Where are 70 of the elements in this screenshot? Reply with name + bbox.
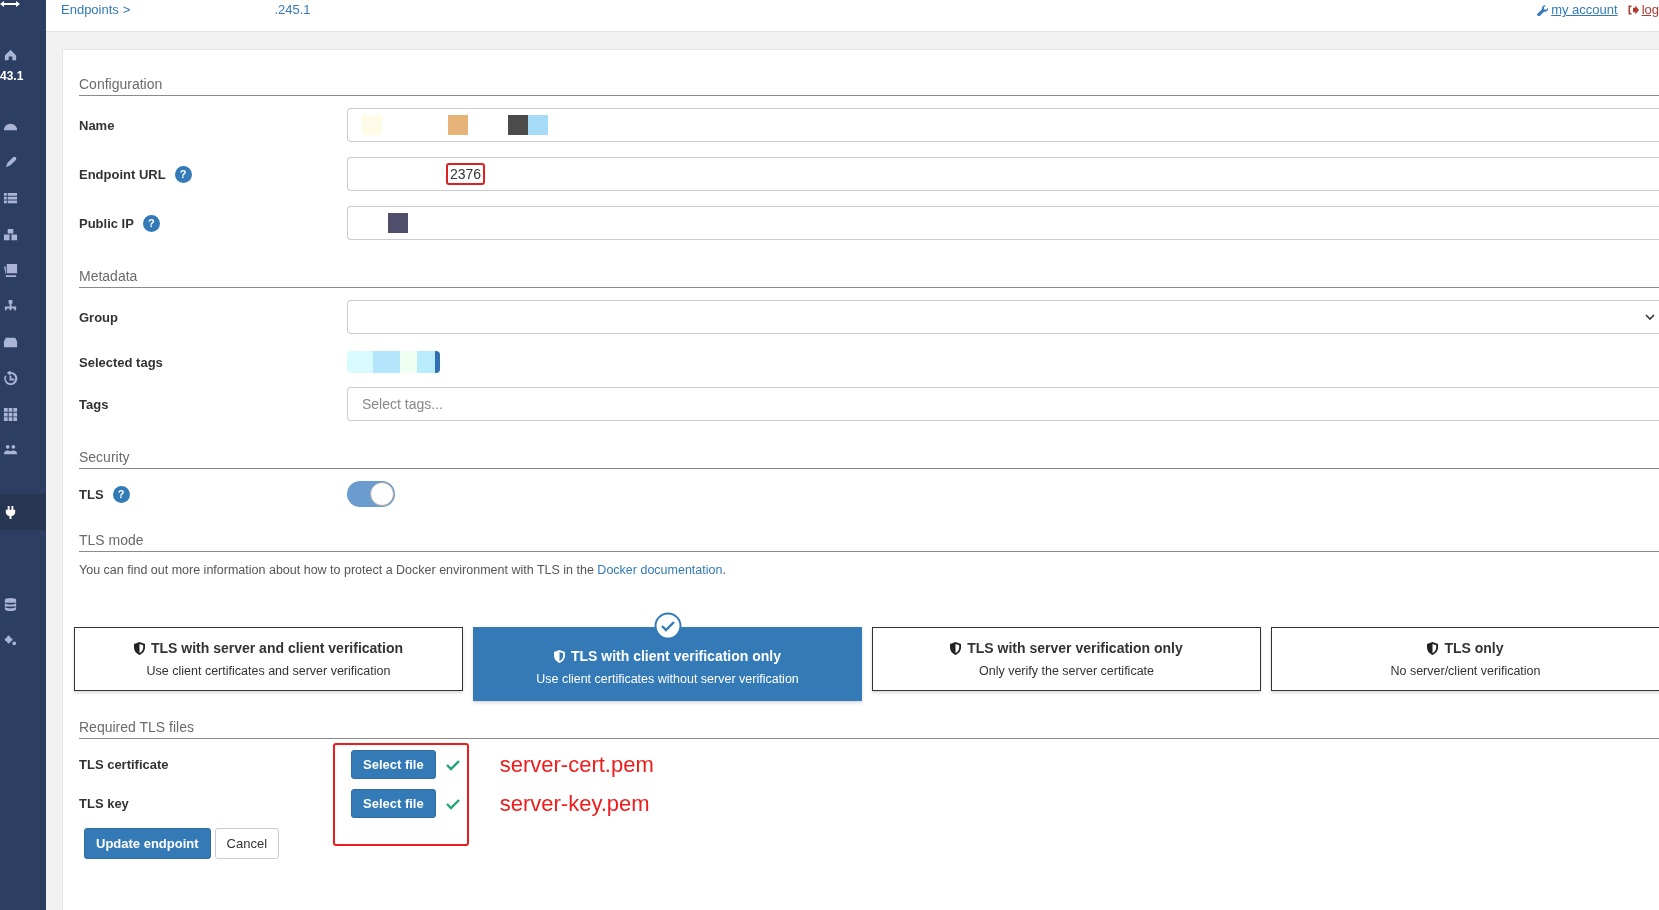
public-ip-input[interactable] bbox=[347, 206, 1659, 240]
select-file-button[interactable]: Select file bbox=[351, 789, 436, 818]
mode-title: TLS only bbox=[1444, 640, 1504, 656]
name-input[interactable] bbox=[347, 108, 1659, 142]
tls-mode-option[interactable]: TLS with server verification only Only verify the server certificate bbox=[872, 627, 1261, 691]
info-text: You can find out more information about how to protect a Docker environment with TLS in the Docker documentation. bbox=[79, 563, 727, 577]
field-label: Group bbox=[79, 309, 119, 325]
endpoint-url-input[interactable]: 2376 bbox=[347, 157, 1659, 191]
mode-title: TLS with server and client verification bbox=[150, 640, 404, 656]
mode-title: TLS with client verification only bbox=[571, 648, 781, 664]
update-endpoint-button[interactable]: Update endpoint bbox=[84, 828, 211, 859]
redaction-block bbox=[388, 213, 408, 233]
redaction-block bbox=[448, 115, 468, 135]
plug-icon bbox=[3, 504, 18, 520]
redaction-block bbox=[362, 115, 382, 135]
shield-icon bbox=[133, 641, 145, 655]
help-icon[interactable]: ? bbox=[112, 485, 130, 503]
section-title: TLS mode bbox=[79, 518, 1659, 552]
field-label: Selected tags bbox=[79, 354, 164, 370]
redaction-block bbox=[508, 115, 528, 135]
history-icon bbox=[3, 370, 18, 386]
log-out-link[interactable]: log bbox=[1641, 2, 1659, 17]
tags-input[interactable]: Select tags... bbox=[347, 387, 1659, 421]
field-label: Tags bbox=[79, 396, 110, 412]
section-title: Security bbox=[79, 435, 1659, 469]
field-label: Name bbox=[79, 117, 116, 133]
section-title: Configuration bbox=[79, 62, 1659, 96]
tls-mode-option[interactable]: TLS only No server/client verification bbox=[1271, 627, 1659, 691]
cancel-button[interactable]: Cancel bbox=[214, 828, 279, 859]
list-icon bbox=[3, 190, 18, 206]
port-value: 2376 bbox=[446, 163, 486, 185]
sign-out-icon bbox=[1626, 3, 1639, 16]
field-label: Endpoint URL bbox=[79, 166, 166, 182]
copy-icon bbox=[3, 262, 18, 278]
wrench-icon bbox=[1536, 3, 1549, 16]
mode-description: No server/client verification bbox=[1390, 664, 1541, 678]
grid-icon bbox=[3, 406, 18, 422]
mode-description: Use client certificates and server verification bbox=[146, 664, 391, 678]
mode-title: TLS with server verification only bbox=[967, 640, 1183, 656]
shield-icon bbox=[1427, 641, 1439, 655]
breadcrumb-link[interactable]: Endpoints bbox=[61, 2, 119, 17]
cubes-icon bbox=[3, 226, 18, 242]
shield-icon bbox=[554, 649, 565, 663]
database-icon bbox=[3, 596, 18, 612]
field-label: TLS key bbox=[79, 796, 130, 811]
help-icon[interactable]: ? bbox=[174, 165, 192, 183]
arrows-icon[interactable] bbox=[0, 0, 20, 8]
check-circle-icon bbox=[653, 612, 682, 640]
section-title: Metadata bbox=[79, 254, 1659, 288]
help-icon[interactable]: ? bbox=[142, 214, 160, 232]
my-account-link[interactable]: my account bbox=[1551, 2, 1618, 17]
tls-toggle[interactable] bbox=[347, 481, 395, 507]
field-label: Public IP bbox=[79, 215, 134, 231]
shield-icon bbox=[950, 641, 962, 655]
breadcrumb-current: .245.1 bbox=[274, 2, 311, 17]
tls-mode-option[interactable]: TLS with server and client verification Use client certificates and server verification bbox=[74, 627, 463, 691]
environment-label: 43.1 bbox=[0, 72, 24, 85]
field-label: TLS bbox=[79, 486, 104, 502]
mode-description: Only verify the server certificate bbox=[978, 664, 1155, 678]
field-label: TLS certificate bbox=[79, 757, 170, 772]
section-title: Required TLS files bbox=[79, 705, 1659, 739]
sidebar-item[interactable] bbox=[0, 494, 46, 530]
annotation-text: server-key.pem bbox=[499, 790, 650, 817]
annotation-text: server-cert.pem bbox=[499, 751, 654, 778]
breadcrumb-separator: > bbox=[122, 2, 131, 17]
caret-icon bbox=[1645, 314, 1655, 320]
redaction-block bbox=[528, 115, 548, 135]
select-file-button[interactable]: Select file bbox=[351, 750, 436, 779]
mode-description: Use client certificates without server verification bbox=[536, 672, 799, 686]
tls-mode-option[interactable]: TLS with client verification only Use client certificates without server verification bbox=[473, 627, 862, 701]
